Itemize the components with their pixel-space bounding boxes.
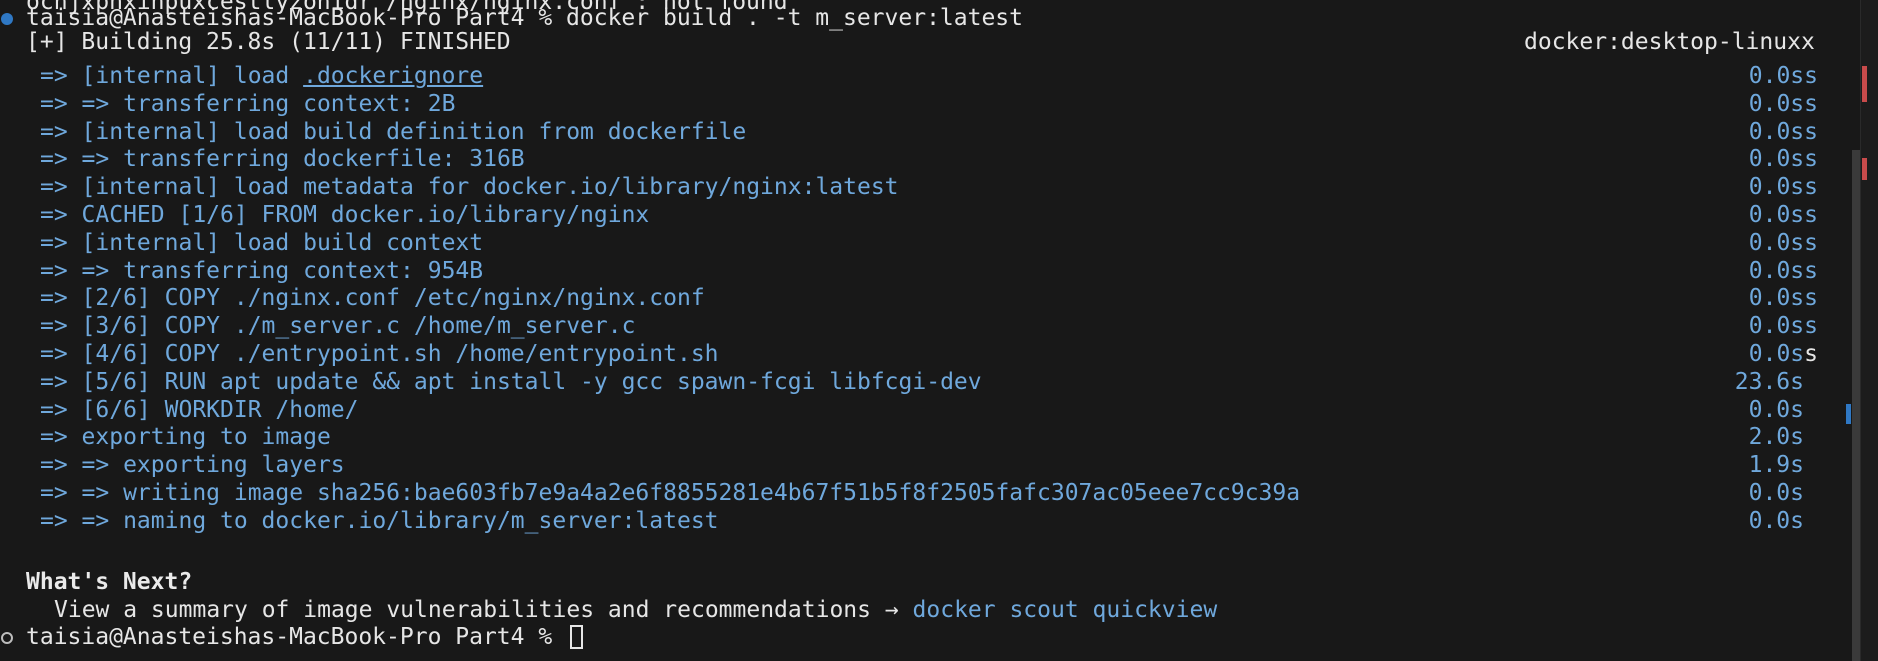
build-step-text: => [5/6] RUN apt update && apt install -…	[40, 369, 982, 395]
build-step-duration-value: 0.0ss	[1748, 258, 1818, 284]
build-step-duration: 23.6s	[1735, 368, 1804, 396]
build-step-text: => [2/6] COPY ./nginx.conf /etc/nginx/ng…	[40, 285, 705, 311]
build-step-text: => [internal] load build definition from…	[40, 119, 747, 145]
build-step-line: => [2/6] COPY ./nginx.conf /etc/nginx/ng…	[40, 284, 705, 312]
scroll-marker-error-2	[1862, 158, 1867, 180]
build-step-duration: 2.0s	[1749, 423, 1804, 451]
build-step-duration: 0.0ss	[1749, 257, 1818, 285]
final-prompt-text: taisia@Anasteishas-MacBook-Pro Part4 %	[26, 624, 567, 650]
build-step-line: => [internal] load .dockerignore	[40, 62, 483, 90]
build-step-duration-value: 0.0s	[1748, 508, 1804, 534]
build-step-duration-value: 0.0s	[1748, 480, 1804, 506]
build-step-text: => [internal] load	[40, 63, 304, 89]
build-step-line: => => transferring context: 2B	[40, 90, 455, 118]
scout-summary-text: View a summary of image vulnerabilities …	[54, 597, 913, 623]
build-step-duration: 0.0ss	[1749, 118, 1818, 146]
build-step-text: => => writing image sha256:bae603fb7e9a4…	[40, 480, 1301, 506]
build-step-text: => => naming to docker.io/library/m_serv…	[40, 508, 719, 534]
command-pending-dot-icon[interactable]	[1, 632, 13, 644]
build-step-duration: 0.0s	[1749, 507, 1804, 535]
dockerignore-link[interactable]: .dockerignore	[303, 63, 483, 89]
build-step-text: => [3/6] COPY ./m_server.c /home/m_serve…	[40, 313, 636, 339]
build-step-line: => [internal] load build definition from…	[40, 118, 746, 146]
build-step-duration-value: 0.0s	[1748, 397, 1804, 423]
build-step-duration: 0.0ss	[1749, 229, 1818, 257]
builder-name: docker:desktop-linuxx	[1524, 29, 1815, 55]
build-step-line: => CACHED [1/6] FROM docker.io/library/n…	[40, 201, 649, 229]
build-step-line: => [internal] load build context	[40, 229, 483, 257]
build-step-duration-value: 0.0ss	[1748, 63, 1818, 89]
build-step-text: => [internal] load metadata for docker.i…	[40, 174, 899, 200]
build-step-text: => => exporting layers	[40, 452, 345, 478]
build-step-line: => => exporting layers	[40, 451, 345, 479]
build-step-line: => => transferring context: 954B	[40, 257, 483, 285]
command-status-dot-icon[interactable]	[1, 13, 13, 25]
build-step-duration: 0.0ss	[1749, 340, 1818, 368]
build-step-duration-value: 0.0ss	[1748, 91, 1818, 117]
build-step-duration-value: 0.0ss	[1748, 313, 1818, 339]
build-step-duration-value: 0.0ss	[1748, 146, 1818, 172]
build-header: [+] Building 25.8s (11/11) FINISHED	[26, 29, 511, 55]
final-prompt-line[interactable]: taisia@Anasteishas-MacBook-Pro Part4 %	[26, 623, 584, 651]
build-step-line: => [internal] load metadata for docker.i…	[40, 173, 899, 201]
build-step-duration-value: 0.0ss	[1748, 285, 1818, 311]
build-step-line: => => naming to docker.io/library/m_serv…	[40, 507, 719, 535]
build-step-duration-overflow: s	[1804, 341, 1818, 367]
build-step-line: => [6/6] WORKDIR /home/	[40, 396, 359, 424]
build-step-text: => CACHED [1/6] FROM docker.io/library/n…	[40, 202, 650, 228]
build-step-duration: 0.0ss	[1749, 312, 1818, 340]
build-step-duration-value: 1.9s	[1748, 452, 1804, 478]
whats-next-heading: What's Next?	[26, 569, 193, 595]
build-step-duration-value: 0.0ss	[1748, 174, 1818, 200]
build-step-duration-value: 23.6s	[1734, 369, 1804, 395]
build-step-text: => [6/6] WORKDIR /home/	[40, 397, 359, 423]
build-step-line: => => transferring dockerfile: 316B	[40, 145, 525, 173]
build-step-duration: 1.9s	[1749, 451, 1804, 479]
build-step-duration: 0.0ss	[1749, 62, 1818, 90]
build-step-duration: 0.0s	[1749, 396, 1804, 424]
build-step-text: => exporting to image	[40, 424, 331, 450]
build-step-duration-value: 0.0s	[1748, 341, 1805, 367]
build-step-text: => => transferring context: 2B	[40, 91, 456, 117]
build-step-text: => => transferring context: 954B	[40, 258, 484, 284]
build-step-duration: 0.0ss	[1749, 201, 1818, 229]
build-step-text: => => transferring dockerfile: 316B	[40, 146, 525, 172]
terminal-output[interactable]: ocnjxpnxinpuxcestlyzonidr /nginx/nginx.c…	[0, 0, 1860, 661]
cursor-icon	[570, 625, 584, 649]
build-step-duration: 0.0ss	[1749, 173, 1818, 201]
scroll-marker-error-1	[1862, 66, 1867, 102]
build-step-duration-value: 2.0s	[1748, 424, 1804, 450]
build-step-line: => exporting to image	[40, 423, 331, 451]
build-step-line: => [3/6] COPY ./m_server.c /home/m_serve…	[40, 312, 635, 340]
build-step-text: => [4/6] COPY ./entrypoint.sh /home/entr…	[40, 341, 719, 367]
scrollbar-thumb[interactable]	[1852, 150, 1860, 661]
scroll-marker-current	[1846, 404, 1851, 424]
docker-scout-quickview-link[interactable]: docker scout quickview	[913, 597, 1218, 623]
build-step-duration: 0.0s	[1749, 479, 1804, 507]
build-step-duration-value: 0.0ss	[1748, 202, 1818, 228]
build-step-line: => => writing image sha256:bae603fb7e9a4…	[40, 479, 1300, 507]
build-step-duration: 0.0ss	[1749, 284, 1818, 312]
build-step-line: => [4/6] COPY ./entrypoint.sh /home/entr…	[40, 340, 719, 368]
build-step-duration: 0.0ss	[1749, 90, 1818, 118]
build-step-line: => [5/6] RUN apt update && apt install -…	[40, 368, 982, 396]
build-step-duration: 0.0ss	[1749, 145, 1818, 173]
build-step-duration-value: 0.0ss	[1748, 230, 1818, 256]
build-step-text: => [internal] load build context	[40, 230, 484, 256]
scout-summary-line: View a summary of image vulnerabilities …	[54, 596, 1217, 624]
build-step-duration-value: 0.0ss	[1748, 119, 1818, 145]
